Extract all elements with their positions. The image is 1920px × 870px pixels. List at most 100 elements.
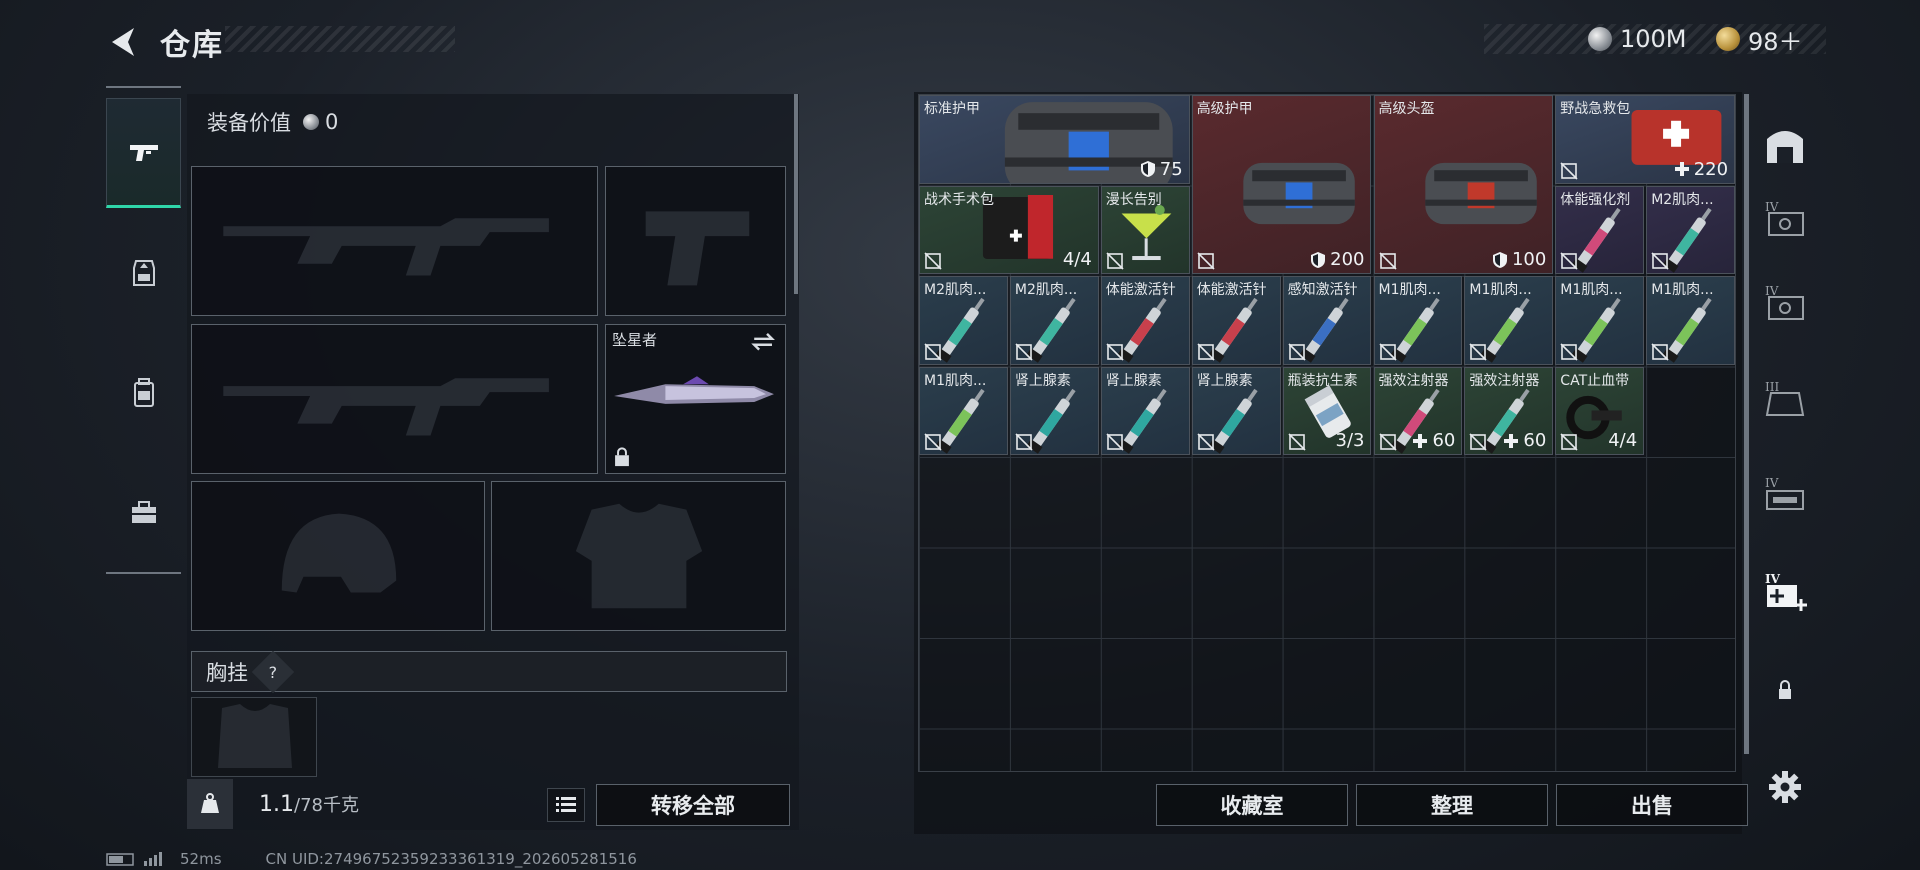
stash-item-qty-value: 100 [1511, 249, 1547, 270]
stash-item-name: 体能激活针 [1105, 282, 1176, 298]
stash-item[interactable]: 肾上腺素 [1100, 366, 1190, 455]
stash-item[interactable]: M1肌肉... [1555, 276, 1645, 365]
not-insured-icon [1197, 433, 1215, 451]
stash-item[interactable]: M1肌肉... [1464, 276, 1554, 365]
equipment-value-amount: 0 [325, 110, 339, 134]
armor-bag-icon [1424, 162, 1537, 225]
melee-slot[interactable]: 坠星者 [605, 324, 786, 474]
stash-item[interactable]: 标准护甲 75 [919, 95, 1190, 184]
stash-item[interactable]: 体能激活针 [1191, 276, 1281, 365]
stash-item-qty-value: 3/3 [1335, 430, 1365, 451]
tab-locked[interactable] [1754, 656, 1816, 726]
stash-item[interactable]: 感知激活针 [1282, 276, 1372, 365]
stash-item[interactable]: 高级头盔 100 [1373, 95, 1554, 274]
vest-silhouette-icon [575, 503, 703, 609]
equipment-category-tabs [106, 86, 181, 574]
stash-item[interactable]: M1肌肉... [1646, 276, 1736, 365]
stash-item[interactable]: 强效注射器 60 [1464, 366, 1554, 455]
stash-item[interactable]: M2肌肉... [1009, 276, 1099, 365]
stash-item-qty: 100 [1492, 249, 1546, 270]
svg-text:IV: IV [1765, 200, 1779, 214]
header-decoration [225, 26, 455, 52]
not-insured-icon [1560, 161, 1578, 180]
not-insured-icon [1378, 252, 1397, 270]
transfer-all-button[interactable]: 转移全部 [596, 784, 790, 826]
knife-icon [614, 333, 775, 467]
armor-rig-icon [132, 260, 155, 286]
equipment-scrollbar[interactable] [794, 94, 798, 294]
stash-item[interactable]: 体能强化剂 [1555, 185, 1645, 274]
lock-icon [615, 447, 629, 467]
stash-item-qty-value: 60 [1432, 430, 1456, 451]
collection-room-button[interactable]: 收藏室 [1156, 784, 1348, 826]
stash-item[interactable]: 战术手术包 4/4 [919, 185, 1099, 274]
organize-button[interactable]: 整理 [1356, 784, 1548, 826]
stash-item[interactable]: M2肌肉... [1646, 185, 1736, 274]
stash-item-name: 强效注射器 [1469, 372, 1540, 389]
primary-weapon-slot-1[interactable] [191, 166, 598, 316]
toolbox-icon [131, 501, 156, 523]
body-armor-slot[interactable] [491, 481, 786, 631]
stash-item[interactable]: 野战急救包 220 [1555, 95, 1736, 184]
svg-text:IV: IV [1765, 476, 1779, 490]
tab-add-container[interactable]: IV [1754, 556, 1816, 626]
sidearm-slot[interactable] [605, 166, 786, 316]
not-insured-icon [1560, 433, 1578, 451]
tab-container-2[interactable]: IV [1754, 268, 1816, 338]
stash-item-qty-value: 220 [1693, 158, 1729, 180]
not-insured-icon [1469, 433, 1487, 451]
rifle-silhouette-icon [223, 218, 549, 276]
list-view-button[interactable] [547, 788, 585, 822]
stash-item-qty: 60 [1412, 430, 1455, 451]
tab-weapons[interactable] [106, 98, 181, 208]
stash-item[interactable]: M1肌肉... [1373, 276, 1463, 365]
helmet-slot[interactable] [191, 481, 485, 631]
help-button[interactable]: ? [251, 650, 295, 693]
stash-item[interactable]: 瓶装抗生素 3/3 [1282, 366, 1372, 455]
stash-scrollbar[interactable] [1744, 94, 1749, 754]
tab-supplies[interactable] [106, 458, 181, 568]
stash-item[interactable]: 肾上腺素 [1009, 366, 1099, 455]
settings-button[interactable] [1754, 752, 1816, 822]
stash-item-qty: 200 [1310, 249, 1364, 270]
chest-rig-slot[interactable] [191, 697, 317, 777]
shield-icon [1140, 161, 1155, 177]
stash-item-qty: 3/3 [1336, 430, 1365, 451]
stash-item-name: 高级护甲 [1196, 101, 1253, 117]
tab-main-stash[interactable] [1754, 110, 1816, 180]
silver-coin-icon [1588, 27, 1612, 51]
armor-bag-icon [1243, 162, 1355, 225]
helmet-silhouette-icon [281, 513, 397, 593]
stash-item-name: M2肌肉... [924, 282, 987, 298]
weight-icon [187, 779, 233, 829]
stash-item[interactable]: CAT止血带 4/4 [1555, 366, 1645, 455]
stash-item[interactable]: M1肌肉... [919, 366, 1008, 455]
stash-item-name: 标准护甲 [924, 101, 980, 117]
stash-item[interactable]: 体能激活针 [1100, 276, 1190, 365]
stash-item-name: 体能强化剂 [1560, 191, 1631, 208]
ping-readout: 52ms [180, 850, 222, 868]
help-icon: ? [268, 662, 278, 681]
health-plus-icon [1674, 162, 1689, 176]
stash-item[interactable]: 强效注射器 60 [1373, 366, 1463, 455]
stash-item[interactable]: 高级护甲 200 [1191, 95, 1372, 274]
not-insured-icon [1560, 342, 1578, 361]
tab-backpack[interactable] [106, 338, 181, 448]
stash-item[interactable]: 肾上腺素 [1191, 366, 1281, 455]
sell-button[interactable]: 出售 [1556, 784, 1748, 826]
primary-weapon-slot-2[interactable] [191, 324, 598, 474]
chest-rig-silhouette-icon [218, 704, 292, 768]
not-insured-icon [1015, 433, 1033, 451]
svg-text:III: III [1765, 380, 1779, 394]
stash-item[interactable]: M2肌肉... [919, 276, 1008, 365]
tab-container-1[interactable]: IV [1754, 184, 1816, 254]
equipment-value: 装备价值 0 [207, 107, 338, 137]
tab-armor[interactable] [106, 218, 181, 328]
tab-container-3[interactable]: III [1754, 364, 1816, 434]
stash-item[interactable]: 漫长告别 [1100, 185, 1190, 274]
tab-container-4[interactable]: IV [1754, 460, 1816, 530]
back-button[interactable] [104, 22, 144, 62]
stash-item-name: 野战急救包 [1560, 101, 1631, 117]
health-plus-icon [1504, 433, 1519, 448]
stash-item-name: M2肌肉... [1651, 191, 1714, 208]
